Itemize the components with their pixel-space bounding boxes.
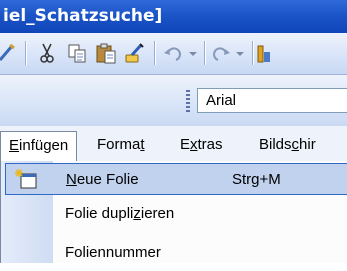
menu-extras-label-post: tras [197, 136, 223, 153]
new-slide-icon [14, 168, 38, 192]
menu-item-new-slide-shortcut: Strg+M [232, 171, 281, 188]
standard-toolbar [0, 33, 347, 75]
menu-item-duplicate-slide[interactable]: Folie duplizieren [1, 198, 347, 232]
paste-icon[interactable] [93, 41, 119, 65]
toolbar-separator [252, 41, 253, 65]
menu-item-slide-number-label: Foliennummer [65, 244, 161, 261]
menu-extras-accesskey: x [190, 136, 198, 153]
menu-bar: Einfügen Format Extras Bildschir [0, 126, 347, 162]
menu-item-new-slide[interactable]: Neue Folie Strg+M [5, 163, 347, 195]
formatting-toolbar: Arial [0, 75, 347, 126]
format-painter-icon[interactable] [122, 41, 148, 65]
toolbar-separator [154, 41, 155, 65]
chart-icon[interactable] [256, 41, 270, 65]
redo-icon[interactable] [208, 41, 234, 65]
menu-screen-accesskey: c [291, 136, 300, 153]
menu-insert-label-post: infügen [19, 137, 69, 154]
menu-item-duplicate-slide-label: Folie duplizieren [65, 205, 175, 222]
redo-dropdown-icon[interactable] [236, 52, 244, 56]
copy-icon[interactable] [64, 41, 90, 65]
toolbar-separator [25, 41, 26, 65]
spelling-icon[interactable] [0, 41, 20, 65]
window-title-bar: iel_Schatzsuche] [0, 0, 347, 33]
insert-menu-dropdown: Neue Folie Strg+M Folie duplizieren Foli… [0, 161, 347, 263]
font-name-combobox[interactable]: Arial [197, 88, 347, 113]
menu-extras-label-pre: E [180, 136, 191, 153]
menu-format-accesskey: t [140, 136, 145, 153]
toolbar-grip-handle[interactable] [186, 90, 190, 112]
menu-format[interactable]: Format [97, 134, 145, 156]
menu-screen-label-pre: Bilds [259, 136, 292, 153]
menu-insert[interactable]: Einfügen [0, 131, 78, 162]
toolbar-separator [204, 41, 205, 65]
cut-icon[interactable] [34, 41, 60, 65]
menu-screen-label-post: hir [299, 136, 316, 153]
window-title: iel_Schatzsuche] [3, 6, 163, 26]
menu-item-new-slide-label: Neue Folie [66, 171, 139, 188]
menu-screen[interactable]: Bildschir [259, 134, 316, 156]
menu-item-slide-number[interactable]: Foliennummer [1, 237, 347, 271]
menu-format-label-pre: Forma [97, 136, 141, 153]
menu-extras[interactable]: Extras [180, 134, 223, 156]
undo-dropdown-icon[interactable] [189, 52, 197, 56]
undo-icon[interactable] [160, 41, 186, 65]
menu-insert-accesskey: E [9, 137, 20, 154]
